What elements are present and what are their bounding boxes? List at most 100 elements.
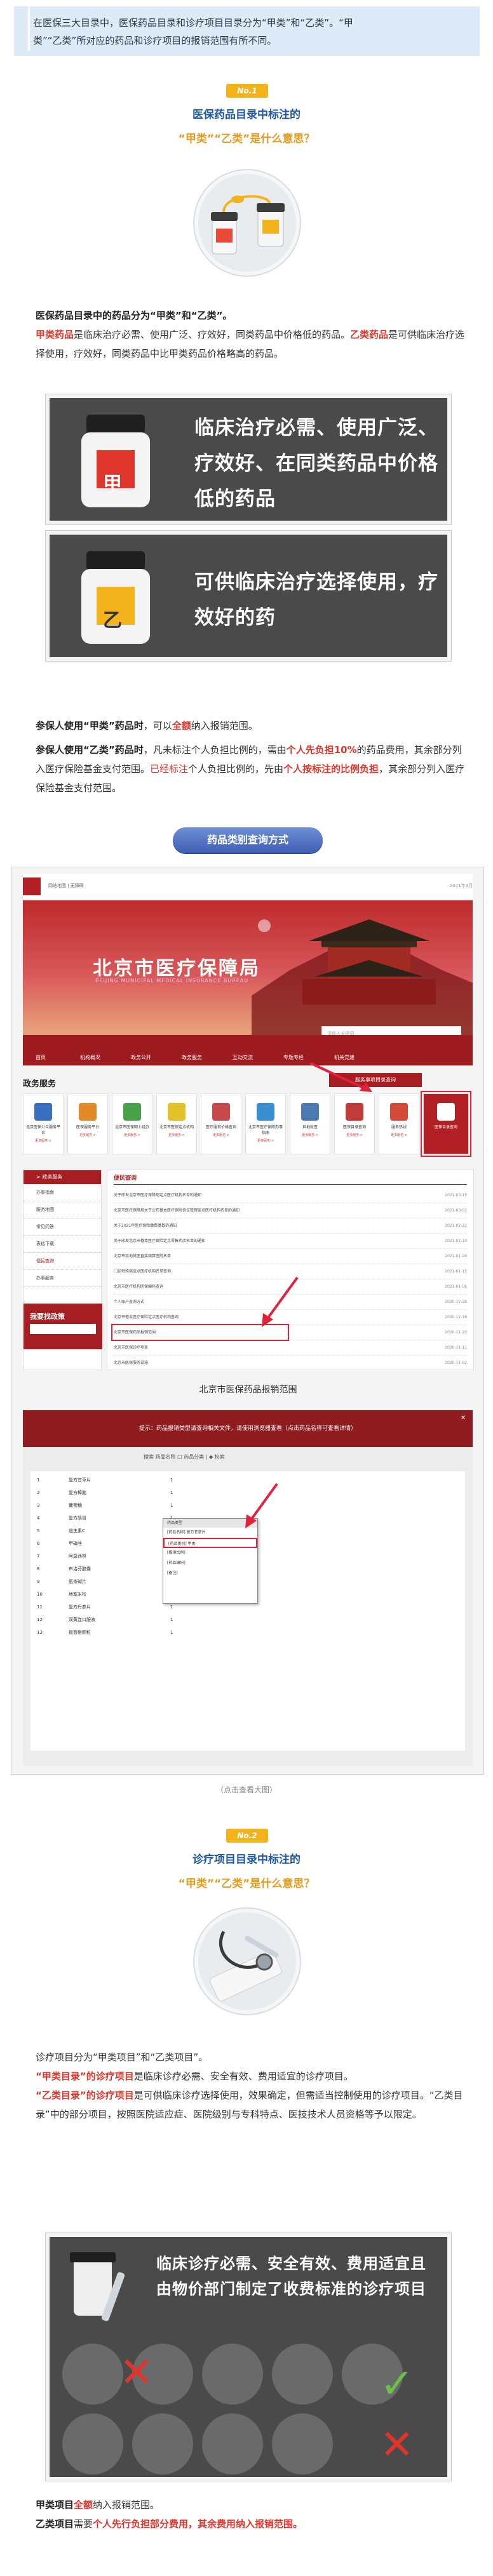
treatment-a-text: 是临床诊疗必需、安全有效、费用适宜的诊疗项目。 [133, 2071, 353, 2082]
policy-finder-title: 我要找政策 [30, 1312, 65, 1321]
treatment-class-a: “甲类目录”的诊疗项目是临床诊疗必需、安全有效、费用适宜的诊疗项目。 [36, 2067, 465, 2086]
service-tile-more: 更多服务 > [302, 1133, 318, 1137]
class-a-label: 甲类药品 [36, 329, 74, 340]
left-menu-item[interactable]: 常见问答 [24, 1218, 101, 1236]
news-row[interactable]: 北京市医疗保障局关于公布基本医疗保险协议管理定点医疗机构名单的通知 2021-03… [114, 1203, 467, 1218]
row-number: 2 [37, 1490, 40, 1495]
stethoscope-illustration [194, 1909, 300, 2014]
policy-search-input[interactable] [30, 1324, 96, 1334]
site-header-date: 2021年3月 [449, 883, 473, 888]
image-caption: （点击查看大图） [215, 1785, 277, 1794]
row-number: 11 [37, 1605, 43, 1610]
table-row[interactable]: 12 双黄连口服液 1 [30, 1613, 285, 1626]
highlight-box [421, 1091, 471, 1157]
news-date: 2021-02-10 [445, 1239, 467, 1243]
service-tile-more: 更多服务 > [213, 1133, 229, 1137]
summary-a-text: 纳入报销范围。 [93, 2499, 160, 2511]
class-a-card-text: 临床治疗必需、使用广泛、疗效好、在同类药品中价格低的药品 [194, 416, 438, 511]
close-icon[interactable]: ✕ [459, 1414, 468, 1423]
service-tile-label: 医保目录查询 [342, 1125, 366, 1130]
drug-name: 维生素C [69, 1528, 85, 1533]
service-tile[interactable]: 北京市医保定点机构 更多服务 > [156, 1093, 197, 1154]
service-tiles: 北京医保公众服务平台 更多服务 > 医保服务平台 更多服务 > 北京市医保网上经办更… [23, 1091, 473, 1157]
section-title-rest: 中标注的 [257, 1853, 301, 1866]
drug-detail-popup[interactable]: 药品类型 [药品名称] 复方甘草片 [药品类别] 甲类 [报销比例] [药品编码… [163, 1518, 258, 1604]
news-row[interactable]: 北京市异地就医直接结算医院名单 2021-01-28 [114, 1249, 467, 1264]
nav-item[interactable]: 政务公开 [131, 1054, 151, 1061]
service-tile[interactable]: 异地就医 更多服务 > [290, 1093, 330, 1154]
cross-mark-icon: ✕ [380, 2422, 414, 2469]
service-tile-more: 更多服务 > [391, 1133, 407, 1137]
section-badge: No.1 [226, 84, 268, 98]
screenshot-caption: 北京市医保药品报销范围 [199, 1385, 297, 1395]
left-menu-item-active[interactable]: 便民查询 [24, 1253, 101, 1270]
drug-search-toolbar[interactable]: 搜索 药品名称 □ 药品分类 | ◆ 检索 [144, 1453, 225, 1460]
service-tile-icon [301, 1103, 319, 1121]
nav-item[interactable]: 专题专栏 [283, 1054, 304, 1061]
class-b-label: 乙类药品 [350, 329, 389, 340]
news-row[interactable]: 关于2021年医疗保险缴费基数的通知 2021-02-22 [114, 1218, 467, 1234]
service-tile[interactable]: 医保服务平台 更多服务 > [67, 1093, 108, 1154]
site-nav: 首页 机构概况 政务公开 政务服务 互动交流 专题专栏 机关党建 [23, 1035, 473, 1065]
treatment-card: 临床诊疗必需、安全有效、费用适宜且由物价部门制定了收费标准的诊疗项目 ✕ ✓ ✕ [46, 2233, 451, 2481]
service-tile[interactable]: 医保目录查询 更多服务 > [334, 1093, 375, 1154]
news-title: 北京市医保服务设施 [114, 1361, 149, 1365]
service-tile[interactable]: 北京市医保网上经办 更多服务 > [112, 1093, 152, 1154]
service-tile[interactable]: 医疗服务价格查询 更多服务 > [201, 1093, 241, 1154]
tablet-icon [62, 2344, 123, 2405]
left-menu-item[interactable]: 表格下载 [24, 1236, 101, 1253]
service-tile[interactable]: 北京医保公众服务平台 更多服务 > [23, 1093, 64, 1154]
site-header: 网站地图 | 无障碍 2021年3月 [23, 874, 473, 899]
news-title: 北京市基本医疗保险定点医疗机构查询 [114, 1315, 179, 1319]
drug-catalog-page: 提示：药品报销类型请查询相关文件，请使用浏览器查看（点击药品名称可查看详情） ✕… [23, 1410, 473, 1766]
site-banner: 北京市医疗保障局 BEIJING MUNICIPAL MEDICAL INSUR… [23, 900, 473, 1065]
drug-name: 地塞米松 [69, 1592, 86, 1597]
service-tile-icon [257, 1103, 274, 1121]
bureau-logo [23, 878, 41, 895]
website-screenshot[interactable]: 网站地图 | 无障碍 2021年3月 北京市医疗保障局 BEIJING MUNI… [11, 867, 484, 1775]
drug-query-button[interactable]: 药品类别查询方式 [173, 827, 323, 853]
news-row[interactable]: 关于印发北京市医疗保障局定点医疗机构名单的通知 2021-03-15 [114, 1188, 467, 1203]
news-title: 北京市医疗机构医保编码查询 [114, 1285, 164, 1289]
nav-item[interactable]: 机构概况 [80, 1054, 100, 1061]
drug-class: 1 [170, 1630, 173, 1635]
service-tile-label: 服务热线 [391, 1125, 407, 1130]
nav-item[interactable]: 首页 [36, 1054, 46, 1061]
left-menu-item[interactable]: 办事指南 [24, 1184, 101, 1201]
news-row[interactable]: 北京市医保服务设施 2020-11-02 [114, 1356, 467, 1371]
convenience-query-list: 便民查询 关于印发北京市医疗保障局定点医疗机构名单的通知 2021-03-15 北… [107, 1170, 474, 1370]
usage-b-red2: 个人按标注的比例负担 [283, 763, 379, 775]
summary-a-bold: 甲类项目 [36, 2499, 74, 2511]
summary-b-red: 个人先行负担部分费用，其余费用纳入报销范围。 [93, 2518, 303, 2530]
service-tile[interactable]: 北京市医疗保障办事指南 更多服务 > [245, 1093, 286, 1154]
site-header-links[interactable]: 网站地图 | 无障碍 [48, 883, 84, 889]
treatment-summary-b: 乙类项目需要个人先行负担部分费用，其余费用纳入报销范围。 [36, 2514, 465, 2533]
treatment-b-red: “乙类目录”的诊疗项目 [36, 2090, 134, 2101]
left-menu-item[interactable]: 办事服务 [24, 1270, 101, 1287]
service-tile[interactable]: 服务热线更多服务 > [379, 1093, 419, 1154]
drug-name: 布洛芬胶囊 [69, 1566, 91, 1572]
popup-item-highlighted: [药品类别] 甲类 [163, 1538, 257, 1548]
intro-box: 在医保三大目录中，医保药品目录和诊疗项目目录分为“甲类”和“乙类”。“甲 类”“… [14, 6, 480, 56]
nav-item[interactable]: 互动交流 [233, 1054, 253, 1061]
service-tile-label: 医保服务平台 [76, 1125, 99, 1130]
section-title: 医保药品目录中标注的 [0, 105, 493, 124]
drug-name: 复方丹参片 [69, 1605, 91, 1610]
drug-class: 1 [170, 1503, 173, 1508]
article-page: 在医保三大目录中，医保药品目录和诊疗项目目录分为“甲类”和“乙类”。“甲 类”“… [0, 0, 493, 2576]
left-menu-item[interactable]: 服务地图 [24, 1201, 101, 1218]
syringe-bottle-icon [70, 2252, 125, 2321]
treatment-card-text: 临床诊疗必需、安全有效、费用适宜且由物价部门制定了收费标准的诊疗项目 [156, 2255, 426, 2298]
summary-a-red: 全额 [74, 2499, 93, 2511]
nav-item[interactable]: 政务服务 [182, 1054, 202, 1061]
policy-finder: 我要找政策 [24, 1304, 102, 1349]
news-date: 2021-01-28 [445, 1254, 467, 1258]
red-arrow-icon [262, 1276, 299, 1327]
news-date: 2020-11-11 [445, 1345, 467, 1350]
news-title: 个人账户查询方式 [114, 1300, 145, 1304]
news-row[interactable]: 关于印发北京市基本医疗保险定点零售药店名单的通知 2021-02-10 [114, 1234, 467, 1249]
table-row[interactable]: 13 板蓝根颗粒 1 [30, 1626, 285, 1639]
news-row[interactable]: 北京市医保诊疗项目 2020-11-11 [114, 1340, 467, 1356]
news-date: 2021-03-02 [445, 1208, 467, 1213]
usage-a-red: 全额 [172, 720, 191, 731]
